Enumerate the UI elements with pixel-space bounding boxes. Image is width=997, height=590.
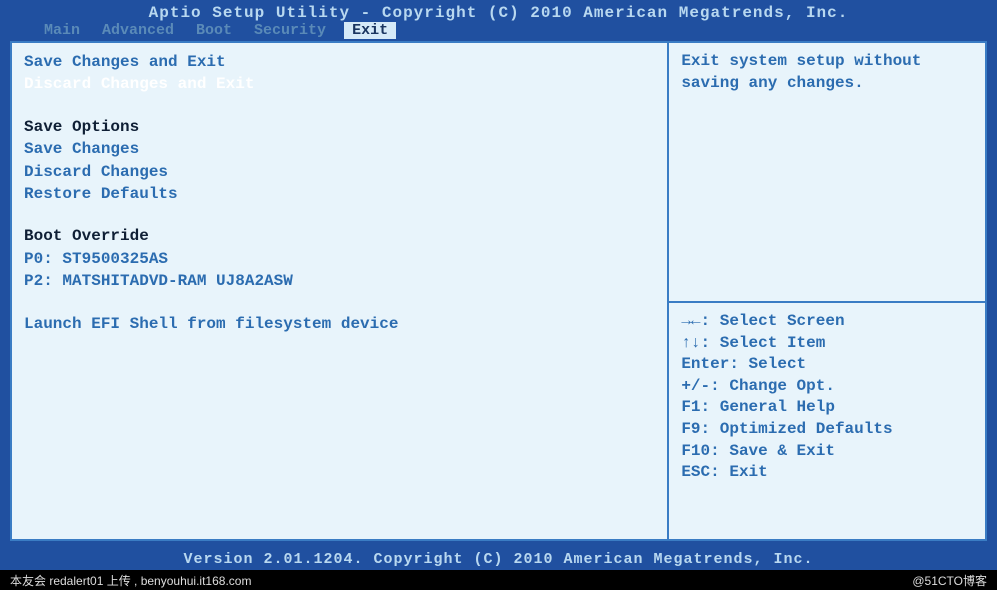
key-general-help: F1: General Help <box>681 397 973 419</box>
key-select-screen: →←: Select Screen <box>681 311 973 333</box>
spacer <box>24 205 655 225</box>
menu-discard-changes-exit[interactable]: Discard Changes and Exit <box>24 73 655 95</box>
title-bar: Aptio Setup Utility - Copyright (C) 2010… <box>0 0 997 22</box>
menu-save-changes-exit[interactable]: Save Changes and Exit <box>24 51 655 73</box>
menu-restore-defaults[interactable]: Restore Defaults <box>24 183 655 205</box>
menu-launch-efi-shell[interactable]: Launch EFI Shell from filesystem device <box>24 313 655 335</box>
menu-pane: Save Changes and Exit Discard Changes an… <box>12 43 669 539</box>
right-pane: Exit system setup without saving any cha… <box>669 43 985 539</box>
boot-override-0[interactable]: P0: ST9500325AS <box>24 248 655 270</box>
tab-advanced[interactable]: Advanced <box>98 22 178 39</box>
help-text: Exit system setup without saving any cha… <box>669 43 985 303</box>
key-esc-exit: ESC: Exit <box>681 462 973 484</box>
footer-bar: Version 2.01.1204. Copyright (C) 2010 Am… <box>0 549 997 570</box>
key-legend: →←: Select Screen ↑↓: Select Item Enter:… <box>669 303 985 539</box>
credit-right: @51CTO博客 <box>912 572 987 589</box>
content-area: Save Changes and Exit Discard Changes an… <box>10 41 987 541</box>
tab-boot[interactable]: Boot <box>192 22 236 39</box>
boot-override-1[interactable]: P2: MATSHITADVD-RAM UJ8A2ASW <box>24 270 655 292</box>
tab-security[interactable]: Security <box>250 22 330 39</box>
bios-screen: Aptio Setup Utility - Copyright (C) 2010… <box>0 0 997 590</box>
tab-main[interactable]: Main <box>40 22 84 39</box>
menu-discard-changes[interactable]: Discard Changes <box>24 161 655 183</box>
spacer <box>24 96 655 116</box>
save-options-header: Save Options <box>24 116 655 138</box>
tab-bar: Main Advanced Boot Security Exit <box>0 22 997 39</box>
credit-bar: 本友会 redalert01 上传 , benyouhui.it168.com … <box>0 570 997 590</box>
key-enter: Enter: Select <box>681 354 973 376</box>
tab-exit[interactable]: Exit <box>344 22 396 39</box>
menu-save-changes[interactable]: Save Changes <box>24 138 655 160</box>
key-change-opt: +/-: Change Opt. <box>681 376 973 398</box>
key-optimized-defaults: F9: Optimized Defaults <box>681 419 973 441</box>
credit-left: 本友会 redalert01 上传 , benyouhui.it168.com <box>10 572 251 589</box>
spacer <box>24 293 655 313</box>
key-save-exit: F10: Save & Exit <box>681 441 973 463</box>
boot-override-header: Boot Override <box>24 225 655 247</box>
key-select-item: ↑↓: Select Item <box>681 333 973 355</box>
